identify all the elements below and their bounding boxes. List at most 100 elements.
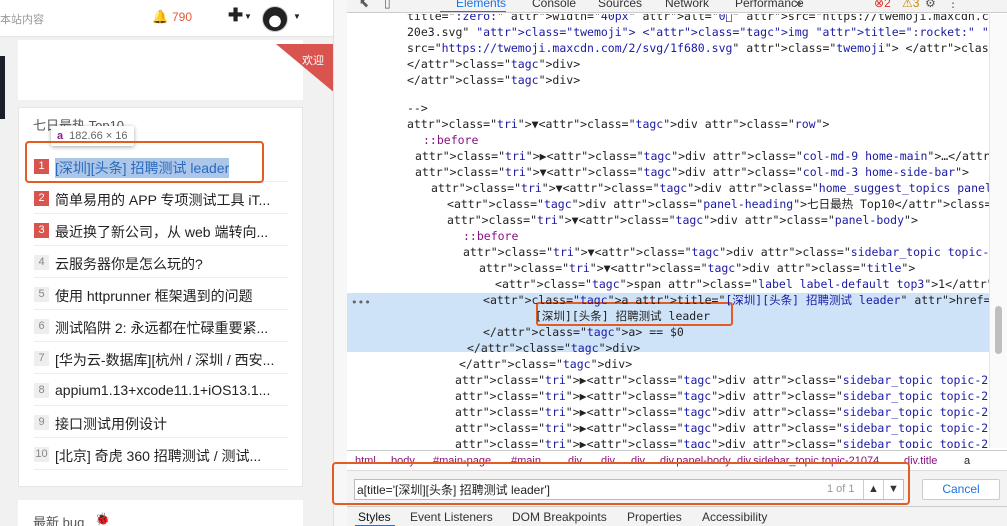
bell-icon[interactable]: 🔔 <box>152 9 168 25</box>
topic-link[interactable]: [北京] 奇虎 360 招聘测试 / 测试... <box>55 446 285 466</box>
dom-node-line[interactable]: attr">class="tri">▼<attr">class="tagc">d… <box>415 164 969 180</box>
dom-node-line[interactable]: </attr">class="tagc">div> <box>467 340 640 356</box>
more-tabs-icon[interactable]: » <box>795 0 802 10</box>
dom-node-line[interactable]: attr">class="tri">▶<attr">class="tagc">d… <box>415 148 989 164</box>
topic-link[interactable]: 简单易用的 APP 专项测试工具 iT... <box>55 190 285 210</box>
dom-node-line[interactable]: attr">class="tri">▼<attr">class="tagc">d… <box>463 244 989 260</box>
site-navbar: 本站内容 🔔 790 ✚ ▼ ▼ <box>0 0 333 37</box>
rank-badge: 10 <box>34 447 49 462</box>
topic-link[interactable]: [华为云-数据库][杭州 / 深圳 / 西安... <box>55 350 285 370</box>
dom-node-line[interactable]: attr">class="tri">▼<attr">class="tagc">d… <box>407 116 829 132</box>
dom-node-line[interactable]: [深圳][头条] 招聘测试 leader <box>535 308 710 324</box>
dom-node-line[interactable]: --> <box>407 100 428 116</box>
list-item: 7 [华为云-数据库][杭州 / 深圳 / 西安... <box>34 342 288 374</box>
list-item: 10 [北京] 奇虎 360 招聘测试 / 测试... <box>34 438 288 470</box>
website-pane: 本站内容 🔔 790 ✚ ▼ ▼ 欢迎 七日最热 Top10 1 [深圳][头条… <box>0 0 333 526</box>
devtools-panel: ⬉ ▯ Elements Console Sources Network Per… <box>347 0 1007 526</box>
rank-badge: 4 <box>34 255 49 270</box>
dom-node-line[interactable]: <attr">class="tagc">div attr">class="pan… <box>447 196 989 212</box>
list-item: 2 简单易用的 APP 专项测试工具 iT... <box>34 182 288 214</box>
device-toggle-icon[interactable]: ▯ <box>384 0 391 10</box>
notification-count[interactable]: 790 <box>172 10 192 24</box>
dom-node-line[interactable]: </attr">class="tagc">div> <box>459 356 632 372</box>
rank-badge: 8 <box>34 383 49 398</box>
error-count-value: 2 <box>884 0 891 10</box>
avatar[interactable] <box>262 6 288 32</box>
active-tab-indicator <box>440 11 506 12</box>
tab-properties[interactable]: Properties <box>627 510 682 524</box>
annotation-highlight-box <box>25 141 264 183</box>
dom-node-line[interactable]: 20e3.svg" "attr">class="twemoji"> <"attr… <box>407 24 989 40</box>
tab-sources[interactable]: Sources <box>598 0 642 10</box>
dom-node-line[interactable]: attr">class="tri">▶<attr">class="tagc">d… <box>455 404 989 420</box>
ellipsis-icon[interactable]: ••• <box>351 296 371 309</box>
topic-link[interactable]: 云服务器你是怎么玩的? <box>55 254 285 274</box>
dom-node-line[interactable]: </attr">class="tagc">div> <box>407 56 580 72</box>
dom-node-line[interactable]: <attr">class="tagc">span attr">class="la… <box>495 276 989 292</box>
tab-elements[interactable]: Elements <box>456 0 506 10</box>
dom-node-line[interactable]: ::before <box>463 228 518 244</box>
rank-badge: 3 <box>34 223 49 238</box>
plus-icon[interactable]: ✚ <box>228 5 243 26</box>
dom-node-line[interactable]: attr">class="tri">▶<attr">class="tagc">d… <box>455 436 989 448</box>
dom-tree[interactable]: ••• title=":zero:" attr">width="40px" at… <box>347 14 989 448</box>
dom-node-line[interactable]: attr">class="tri">▶<attr">class="tagc">d… <box>455 420 989 436</box>
welcome-panel <box>18 40 303 100</box>
dom-scrollbar[interactable] <box>989 14 1007 448</box>
dom-node-line[interactable]: <attr">class="tagc">a attr">title="[深圳][… <box>483 292 989 308</box>
panel-heading: 最新 bug <box>33 515 85 526</box>
dom-node-line[interactable]: attr">class="tri">▶<attr">class="tagc">d… <box>455 388 989 404</box>
error-count[interactable]: ⊗2 <box>874 0 891 10</box>
topic-link[interactable]: 最近换了新公司，从 web 端转向... <box>55 222 285 242</box>
tab-console[interactable]: Console <box>532 0 576 10</box>
list-item: 6 测试陷阱 2: 永远都在忙碌重要紧... <box>34 310 288 342</box>
warning-count[interactable]: ⚠3 <box>902 0 919 10</box>
tab-dom-breakpoints[interactable]: DOM Breakpoints <box>512 510 607 524</box>
caret-down-icon[interactable]: ▼ <box>293 12 301 21</box>
breadcrumb-item[interactable]: a <box>964 455 970 467</box>
tab-accessibility[interactable]: Accessibility <box>702 510 767 524</box>
rank-badge: 5 <box>34 287 49 302</box>
dom-node-line[interactable]: attr">class="tri">▼<attr">class="tagc">d… <box>431 180 989 196</box>
rank-badge: 6 <box>34 319 49 334</box>
annotation-highlight-box <box>332 462 910 505</box>
banner-edge <box>0 56 5 119</box>
list-item: 8 appium1.13+xcode11.1+iOS13.1... <box>34 374 288 406</box>
bug-icon: 🐞 <box>95 512 110 526</box>
list-item: 9 接口测试用例设计 <box>34 406 288 438</box>
tab-styles[interactable]: Styles <box>358 510 391 524</box>
rank-badge: 9 <box>34 415 49 430</box>
topic-link[interactable]: 使用 httprunner 框架遇到的问题 <box>55 286 285 306</box>
dom-node-line[interactable]: attr">class="tri">▶<attr">class="tagc">d… <box>455 372 989 388</box>
topic-link[interactable]: 测试陷阱 2: 永远都在忙碌重要紧... <box>55 318 285 338</box>
dom-node-line[interactable]: </attr">class="tagc">div> <box>407 72 580 88</box>
dom-node-line[interactable]: </attr">class="tagc">a> == $0 <box>483 324 684 340</box>
welcome-ribbon-text: 欢迎 <box>302 55 324 67</box>
devtools-tabbar: ⬉ ▯ Elements Console Sources Network Per… <box>347 0 1007 13</box>
dom-node-line[interactable]: src="https://twemoji.maxcdn.com/2/svg/1f… <box>407 40 989 56</box>
tab-network[interactable]: Network <box>665 0 709 10</box>
warning-count-value: 3 <box>912 0 920 10</box>
list-item: 4 云服务器你是怎么玩的? <box>34 246 288 278</box>
kebab-menu-icon[interactable]: ⋮ <box>947 0 959 10</box>
styles-tabbar: Styles Event Listeners DOM Breakpoints P… <box>347 506 1007 526</box>
tab-event-listeners[interactable]: Event Listeners <box>410 510 493 524</box>
dom-node-line[interactable]: title=":zero:" attr">width="40px" attr">… <box>407 14 989 24</box>
caret-down-icon[interactable]: ▼ <box>244 12 252 21</box>
list-item: 3 最近换了新公司，从 web 端转向... <box>34 214 288 246</box>
tab-performance[interactable]: Performance <box>735 0 804 10</box>
page-scrollbar[interactable] <box>333 0 347 526</box>
gear-icon[interactable]: ⚙ <box>925 0 936 10</box>
list-item: 5 使用 httprunner 框架遇到的问题 <box>34 278 288 310</box>
cancel-button[interactable]: Cancel <box>922 479 1000 500</box>
dom-node-line[interactable]: ::before <box>423 132 478 148</box>
dom-node-line[interactable]: attr">class="tri">▼<attr">class="tagc">d… <box>479 260 915 276</box>
rank-badge: 2 <box>34 191 49 206</box>
scrollbar-thumb[interactable] <box>995 306 1002 354</box>
inspect-icon[interactable]: ⬉ <box>359 0 369 10</box>
dom-node-line[interactable]: attr">class="tri">▼<attr">class="tagc">d… <box>447 212 918 228</box>
topic-link[interactable]: appium1.13+xcode11.1+iOS13.1... <box>55 382 285 398</box>
search-box-remnant[interactable]: 本站内容 <box>0 11 44 27</box>
rank-badge: 7 <box>34 351 49 366</box>
topic-link[interactable]: 接口测试用例设计 <box>55 414 285 434</box>
